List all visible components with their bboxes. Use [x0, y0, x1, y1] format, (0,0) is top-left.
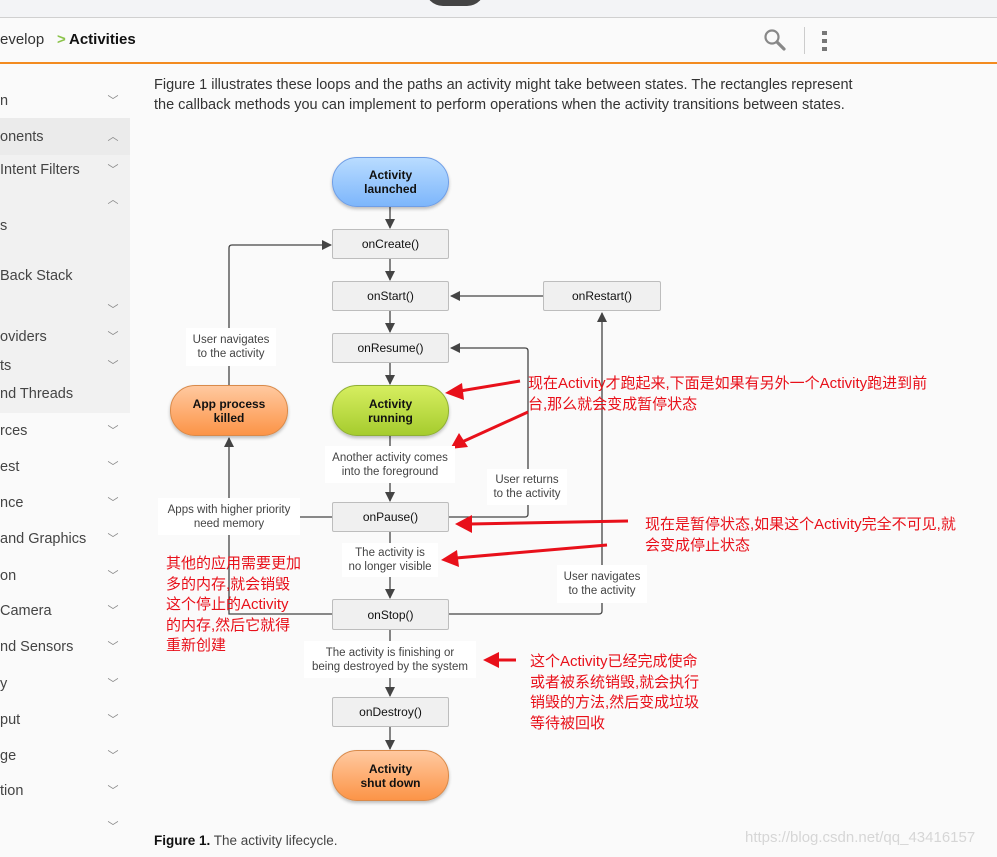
- caption-text: The activity lifecycle.: [210, 833, 338, 848]
- node-onpause: onPause(): [332, 502, 449, 532]
- annotation-memory: 其他的应用需要更加 多的内存,就会销毁 这个停止的Activity 的内存,然后它就得…: [166, 555, 302, 654]
- label-higher-priority: Apps with higher priority need memory: [158, 498, 300, 535]
- node-activity-launched: Activity launched: [332, 157, 449, 207]
- node-onstart: onStart(): [332, 281, 449, 311]
- label-no-longer-visible: The activity is no longer visible: [342, 543, 438, 577]
- annotation-destroy: 这个Activity已经完成使命 或者被系统销毁,就会执行 销毁的方法,然后变成垃圾…: [530, 653, 700, 732]
- label-user-navigates-right: User navigates to the activity: [557, 565, 647, 603]
- node-activity-shut-down: Activity shut down: [332, 750, 449, 801]
- node-activity-running: Activity running: [332, 385, 449, 436]
- watermark: https://blog.csdn.net/qq_43416157: [745, 829, 976, 846]
- node-oncreate: onCreate(): [332, 229, 449, 259]
- label-user-returns: User returns to the activity: [487, 469, 567, 505]
- red-arrow-not-visible: [455, 543, 608, 560]
- node-text: Activity launched: [364, 168, 417, 196]
- red-arrow-running: [459, 379, 521, 393]
- node-onrestart: onRestart(): [543, 281, 661, 311]
- node-text: App process killed: [192, 396, 266, 425]
- label-another-activity: Another activity comes into the foregroun…: [325, 446, 455, 483]
- annotation-arrows: [441, 379, 629, 668]
- label-user-navigates-left: User navigates to the activity: [186, 328, 276, 366]
- node-onstop: onStop(): [332, 599, 449, 630]
- diagram-connectors: [224, 207, 629, 750]
- caption-label: Figure 1.: [154, 833, 211, 848]
- annotation-pause: 现在是暂停状态,如果这个Activity完全不可见,就 会变成停止状态: [645, 516, 956, 554]
- red-arrow-pause: [469, 519, 629, 526]
- node-text: Activity running: [368, 396, 413, 425]
- figure-caption: Figure 1. The activity lifecycle.: [154, 833, 338, 848]
- node-ondestroy: onDestroy(): [332, 697, 449, 727]
- node-app-process-killed: App process killed: [170, 385, 288, 436]
- node-text: Activity shut down: [360, 761, 421, 790]
- annotation-running: 现在Activity才跑起来,下面是如果有另外一个Activity跑进到前 台,那…: [528, 375, 928, 413]
- label-finishing: The activity is finishing or being destro…: [304, 641, 476, 678]
- node-onresume: onResume(): [332, 333, 449, 363]
- red-arrow-foreground: [461, 410, 529, 444]
